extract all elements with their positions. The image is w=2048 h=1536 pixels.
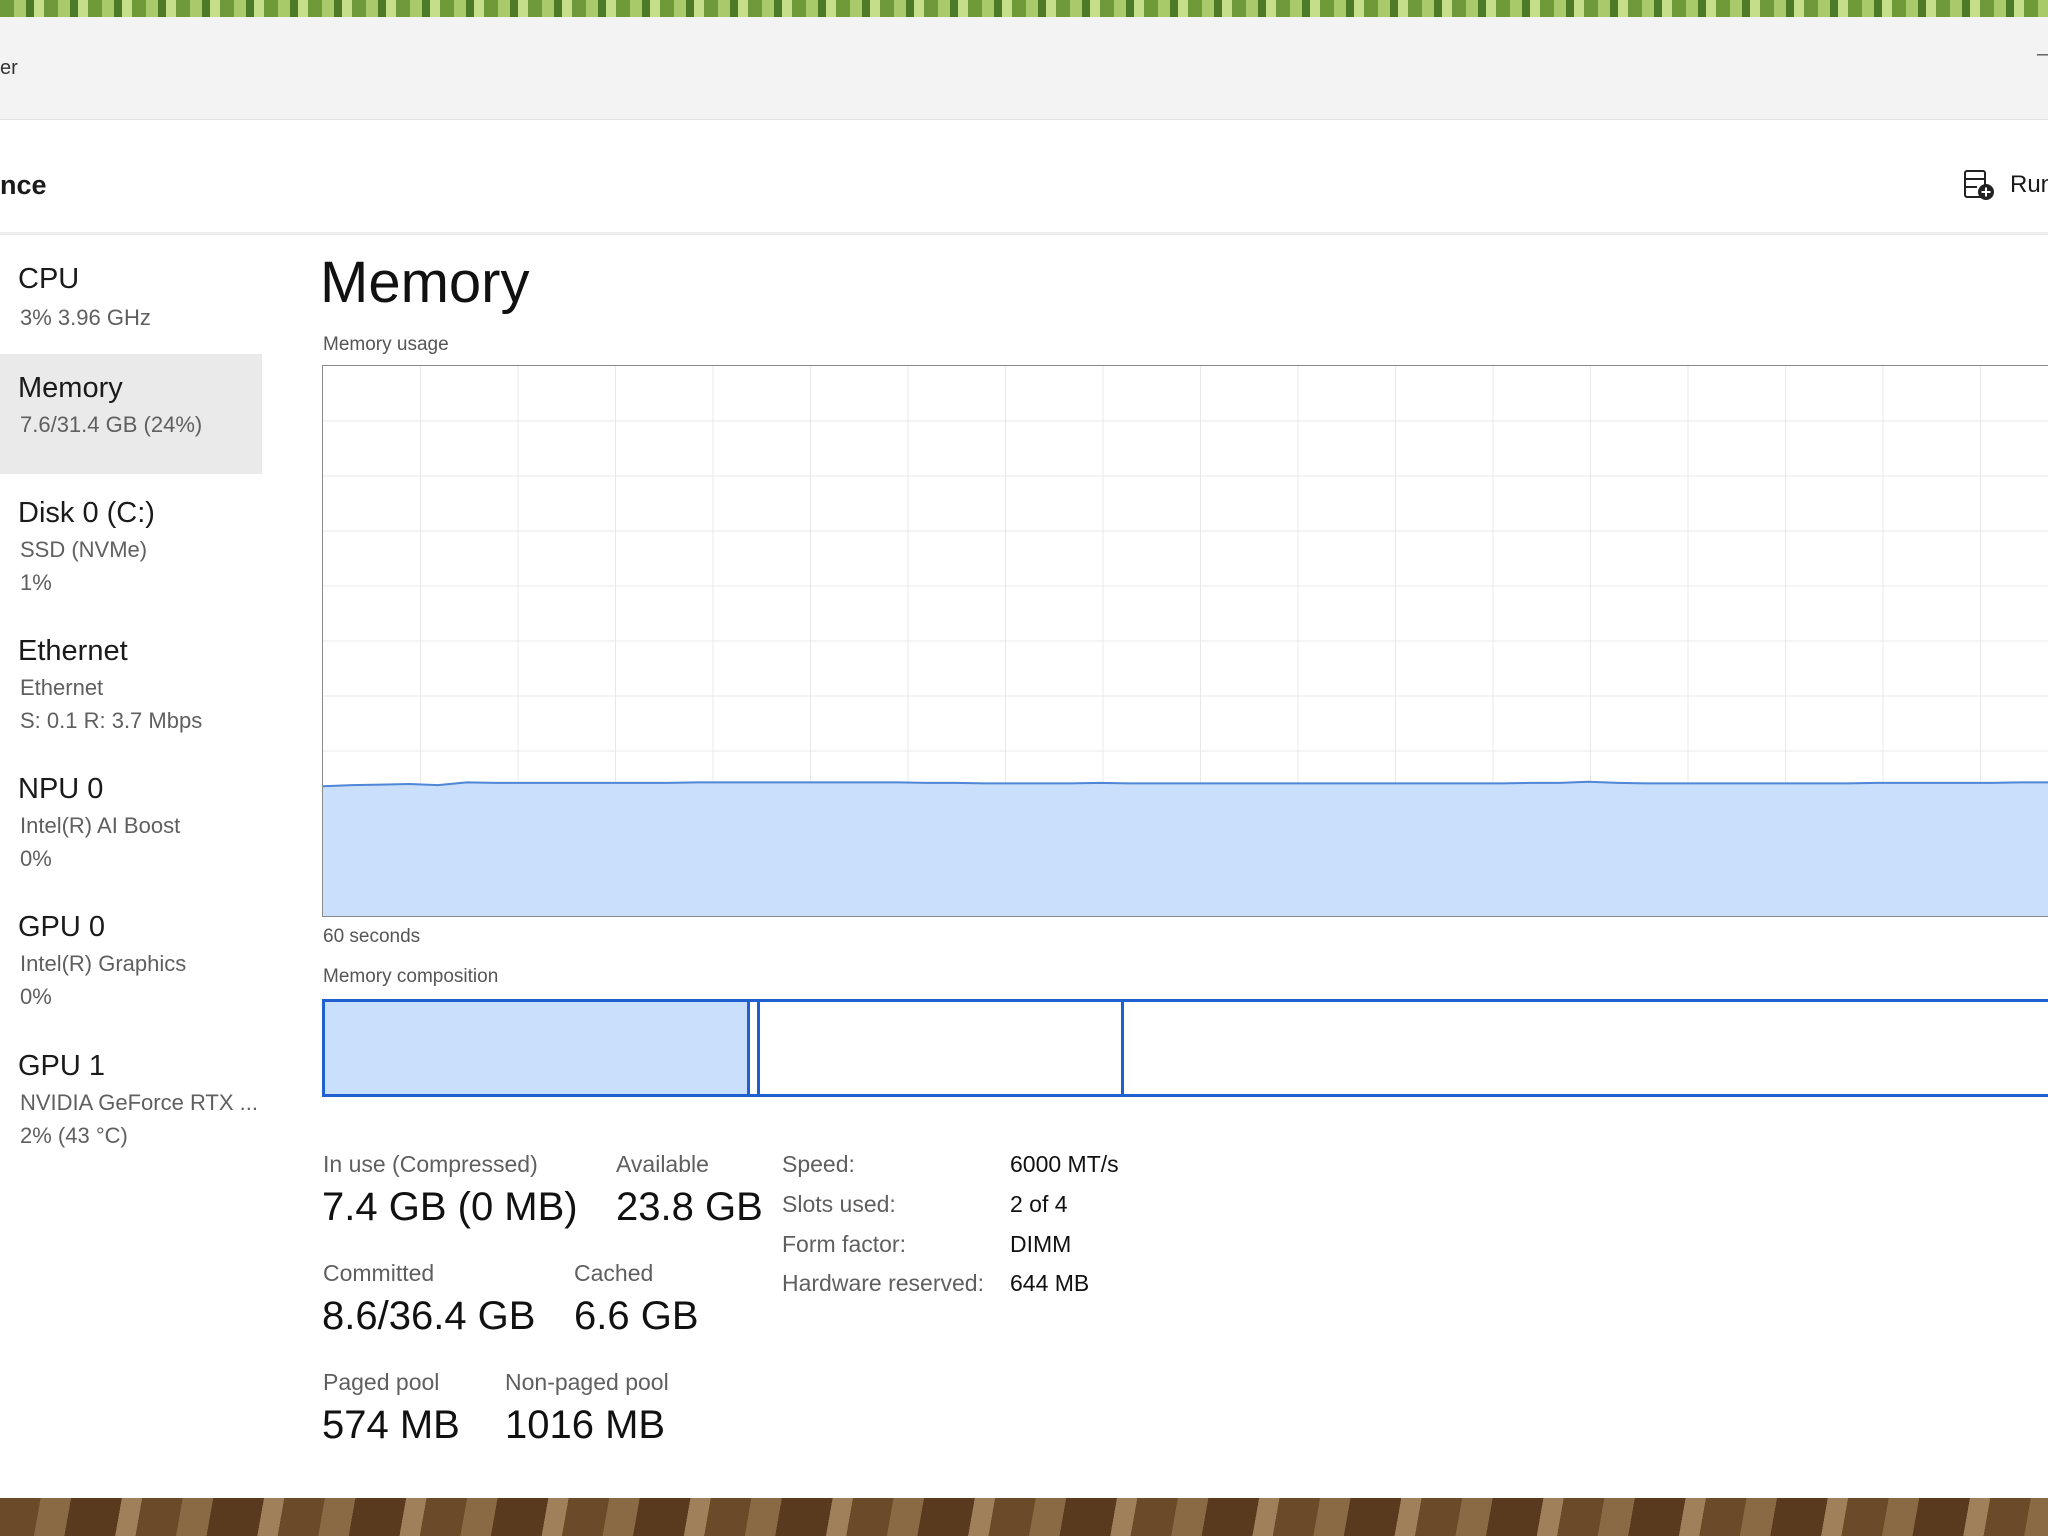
page-title: Memory [320,250,530,315]
hardware-reserved-value: 644 MB [1010,1270,1090,1296]
sidebar-item-detail: 0% [20,984,52,1009]
non-paged-pool-value: 1016 MB [505,1403,666,1447]
sidebar-item-detail: 0% [20,846,52,871]
sidebar-item-gpu-0[interactable]: GPU 0 Intel(R) Graphics 0% [0,901,262,1031]
slots-used-value: 2 of 4 [1010,1191,1068,1217]
sidebar-item-gpu-1[interactable]: GPU 1 NVIDIA GeForce RTX ... 2% (43 °C) [0,1040,262,1170]
sidebar-item-detail: NVIDIA GeForce RTX ... [20,1090,258,1115]
sidebar-item-ethernet[interactable]: Ethernet Ethernet S: 0.1 R: 3.7 Mbps [0,625,262,755]
composition-segment-free[interactable] [1121,1002,2048,1094]
desktop-wallpaper-bottom [0,1498,2048,1536]
task-manager-window: er – nce Run CPU 3% 3.96 GHz Memory 7.6/… [0,17,2048,1498]
sidebar-item-name: Ethernet [18,635,128,667]
run-new-task-button[interactable]: Run [1962,168,2048,202]
memory-usage-graph [322,365,2048,917]
sidebar-item-detail: 3% 3.96 GHz [20,305,151,330]
memory-usage-label: Memory usage [323,334,449,355]
sidebar-item-name: GPU 0 [18,911,106,943]
sidebar-item-cpu[interactable]: CPU 3% 3.96 GHz [0,247,262,347]
page-heading: nce [0,170,47,200]
sidebar-item-name: NPU 0 [18,773,104,805]
composition-segment-in-use[interactable] [325,1002,748,1094]
run-new-task-label: Run [2010,171,2048,198]
sidebar-item-detail: 2% (43 °C) [20,1123,128,1148]
sidebar-item-memory[interactable]: Memory 7.6/31.4 GB (24%) [0,354,262,474]
in-use-label: In use (Compressed) [323,1151,538,1177]
committed-label: Committed [323,1260,435,1286]
available-value: 23.8 GB [616,1185,763,1229]
memory-composition-label: Memory composition [323,966,499,987]
sidebar-item-disk[interactable]: Disk 0 (C:) SSD (NVMe) 1% [0,487,262,617]
speed-value: 6000 MT/s [1010,1151,1119,1177]
speed-label: Speed: [782,1151,855,1177]
committed-value: 8.6/36.4 GB [322,1294,536,1338]
toolbar: nce Run [0,120,2048,235]
cached-label: Cached [574,1260,654,1286]
memory-composition-bar[interactable] [322,999,2048,1097]
sidebar-item-detail: S: 0.1 R: 3.7 Mbps [20,708,203,733]
sidebar-item-name: Memory [18,372,123,404]
minimize-button[interactable]: – [2037,43,2048,66]
available-label: Available [616,1151,709,1177]
app-title: er [0,57,18,79]
paged-pool-label: Paged pool [323,1369,440,1395]
paged-pool-value: 574 MB [322,1403,460,1447]
sidebar-item-detail: 1% [20,570,52,595]
composition-segment-standby[interactable] [757,1002,1121,1094]
sidebar-item-detail: Ethernet [20,675,104,700]
sidebar-item-detail: 7.6/31.4 GB (24%) [20,412,203,437]
form-factor-label: Form factor: [782,1231,906,1257]
form-factor-value: DIMM [1010,1231,1072,1257]
slots-used-label: Slots used: [782,1191,896,1217]
memory-usage-chart [322,366,2048,916]
title-bar[interactable]: er – [0,17,2048,120]
run-new-task-icon [1964,170,1994,200]
sidebar-item-name: Disk 0 (C:) [18,497,155,529]
sidebar-item-name: CPU [18,263,80,295]
time-span-label: 60 seconds [323,926,421,947]
in-use-value: 7.4 GB (0 MB) [322,1185,578,1229]
memory-usage-area [323,781,2048,916]
hardware-reserved-label: Hardware reserved: [782,1270,984,1296]
cached-value: 6.6 GB [574,1294,699,1338]
non-paged-pool-label: Non-paged pool [505,1369,669,1395]
sidebar-item-detail: Intel(R) Graphics [20,951,187,976]
desktop-wallpaper-top [0,0,2048,17]
sidebar-item-detail: Intel(R) AI Boost [20,813,181,838]
sidebar-item-name: GPU 1 [18,1050,106,1082]
sidebar-item-npu[interactable]: NPU 0 Intel(R) AI Boost 0% [0,763,262,893]
composition-segment-modified[interactable] [747,1002,757,1094]
sidebar-item-detail: SSD (NVMe) [20,537,148,562]
